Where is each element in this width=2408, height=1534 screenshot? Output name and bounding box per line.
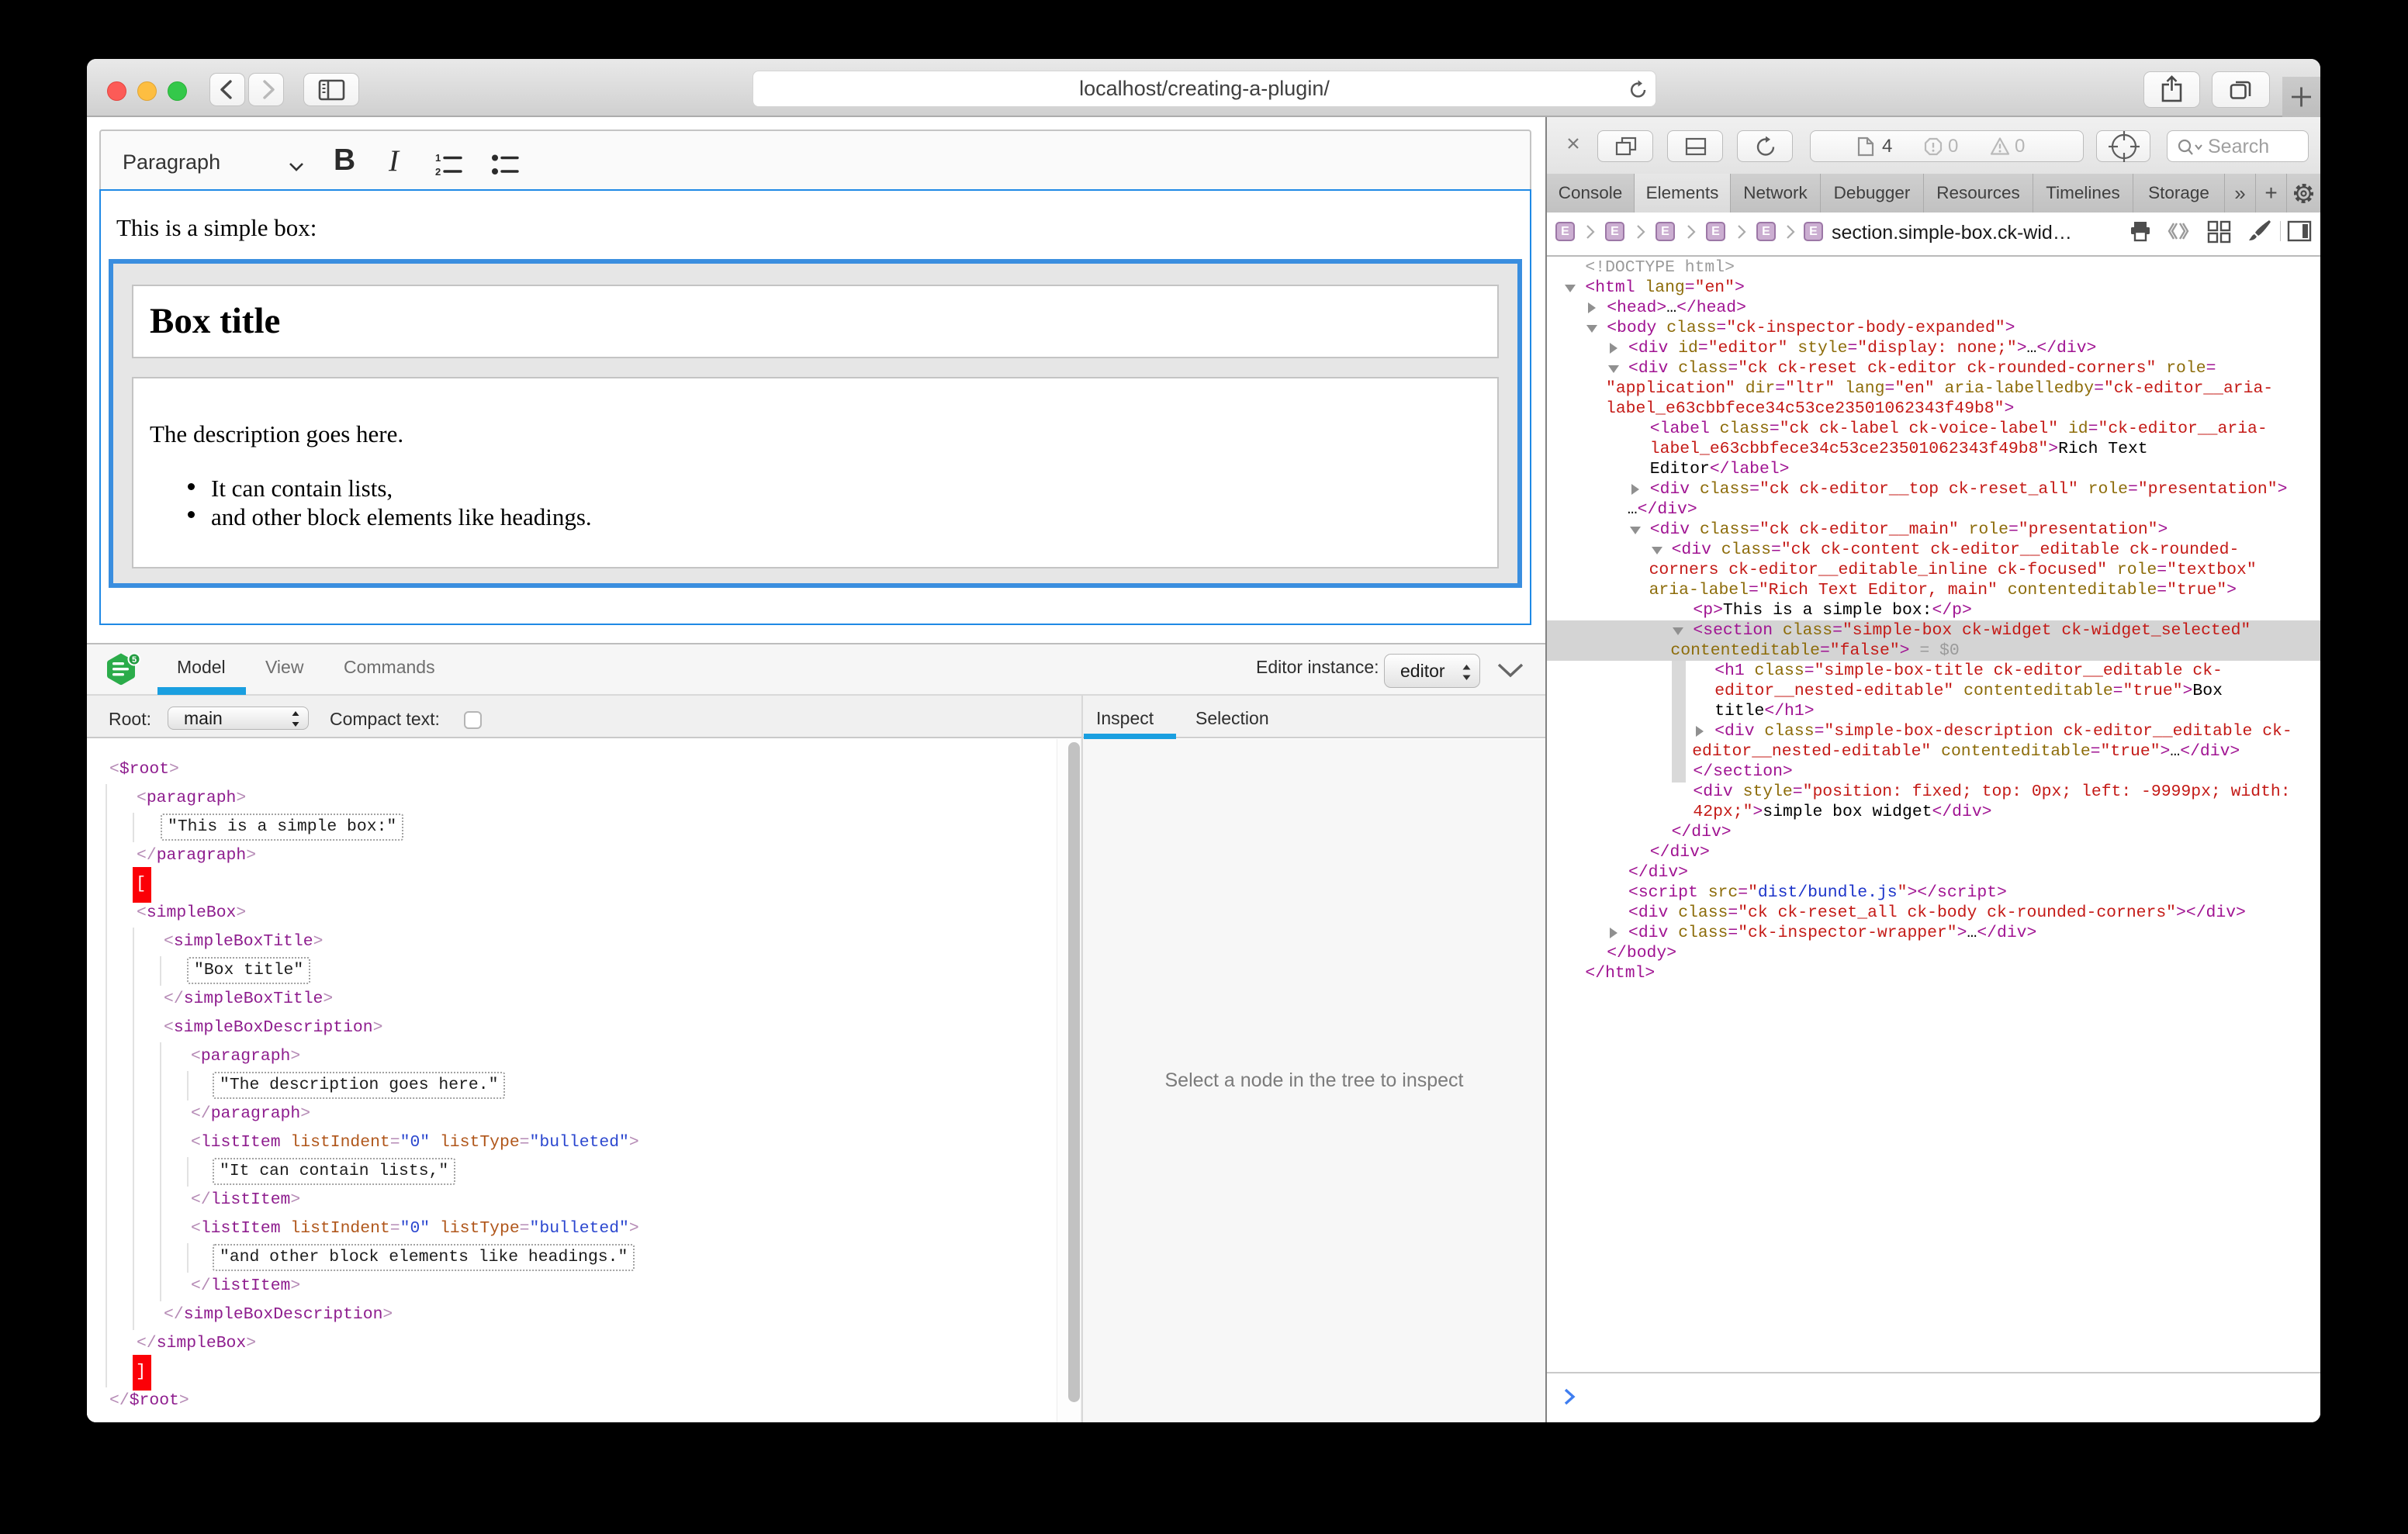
svg-text:1: 1	[435, 152, 441, 164]
svg-text:5: 5	[132, 655, 137, 665]
svg-text:2: 2	[435, 166, 441, 178]
